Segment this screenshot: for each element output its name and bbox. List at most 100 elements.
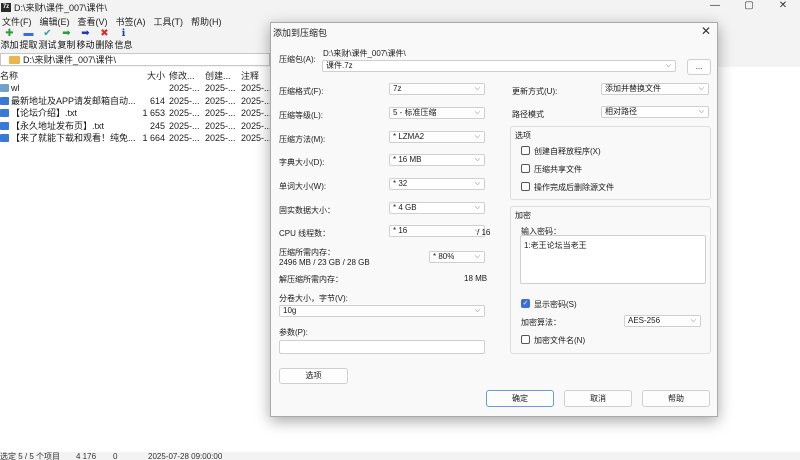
path-mode-combo[interactable]: 相对路径 ⌵ [601, 106, 709, 118]
add-to-archive-dialog: 添加到压缩包 ✕ 压缩包(A): D:\来财\课件_007\课件\ 课件.7z … [270, 22, 718, 417]
memory-value: 2496 MB / 23 GB / 28 GB [279, 258, 370, 267]
file-created: 2025-... [205, 133, 236, 143]
method-label: 压缩方法(M): [279, 135, 326, 144]
move-button[interactable]: ➡ 移动 [76, 28, 95, 52]
info-label: 信息 [114, 40, 133, 50]
test-icon: ✔ [43, 28, 52, 39]
delete-label: 删除 [95, 40, 114, 50]
split-label: 分卷大小，字节(V): [279, 294, 348, 303]
address-text: D:\来财\课件_007\课件\ [23, 55, 117, 65]
chevron-down-icon: ⌵ [474, 109, 480, 116]
file-modified: 2025-... [169, 108, 200, 118]
level-value: 5 - 标准压缩 [393, 108, 437, 117]
copy-button[interactable]: ➡ 复制 [57, 28, 76, 52]
delete-after-checkbox[interactable] [521, 182, 530, 191]
extract-button[interactable]: ▬ 提取 [19, 28, 38, 52]
file-modified: 2025-... [169, 133, 200, 143]
chevron-down-icon: ⌵ [665, 62, 671, 69]
file-size: 1 653 [142, 108, 165, 118]
dict-combo[interactable]: * 16 MB ⌵ [389, 154, 485, 166]
status-size: 4 176 [76, 452, 97, 460]
test-label: 测试 [38, 40, 57, 50]
column-comment[interactable]: 注释 [241, 69, 259, 82]
decompress-memory-value: 18 MB [464, 274, 488, 283]
memory-percent-combo[interactable]: * 80% ⌵ [429, 251, 485, 263]
add-button[interactable]: ✚ 添加 [0, 28, 19, 52]
delete-button[interactable]: ✖ 删除 [95, 28, 114, 52]
dialog-close-icon[interactable]: ✕ [701, 24, 711, 38]
extract-label: 提取 [19, 40, 38, 50]
chevron-down-icon: ⌵ [474, 156, 480, 163]
file-modified: 2025-... [169, 120, 200, 131]
menu-tools[interactable]: 工具(T) [152, 15, 190, 28]
update-mode-label: 更新方式(U): [512, 87, 558, 96]
params-label: 参数(P): [279, 328, 308, 337]
chevron-down-icon: ⌵ [690, 317, 696, 324]
move-icon: ➡ [81, 28, 90, 39]
status-zero: 0 [113, 452, 118, 460]
method-value: * LZMA2 [393, 132, 425, 141]
shared-checkbox[interactable] [521, 164, 530, 173]
column-name[interactable]: 名称 [0, 69, 18, 82]
column-size[interactable]: 大小 [147, 69, 165, 82]
method-combo[interactable]: * LZMA2 ⌵ [389, 131, 485, 143]
level-combo[interactable]: 5 - 标准压缩 ⌵ [389, 107, 485, 119]
menu-view[interactable]: 查看(V) [76, 15, 114, 28]
folder-icon [9, 55, 20, 64]
info-button[interactable]: ℹ 信息 [114, 28, 133, 52]
cpu-combo[interactable]: * 16 ⌵ [389, 225, 485, 237]
encrypt-names-checkbox[interactable] [521, 335, 530, 344]
password-input[interactable]: 1:老王论坛当老王 [520, 235, 706, 284]
params-input[interactable] [279, 340, 485, 354]
app-7zip-icon: 7z [1, 2, 11, 12]
encryption-method-combo[interactable]: AES-256 ⌵ [624, 315, 701, 327]
archive-path: D:\来财\课件_007\课件\ [323, 49, 406, 58]
document-icon [0, 96, 9, 105]
archive-name-value: 课件.7z [326, 61, 353, 70]
menu-file[interactable]: 文件(F) [0, 15, 38, 28]
options-group-label: 选项 [515, 131, 531, 140]
encryption-method-label: 加密算法： [521, 318, 561, 327]
document-icon [0, 134, 9, 142]
maximize-button[interactable]: ▢ [732, 0, 766, 14]
solid-combo[interactable]: * 4 GB ⌵ [389, 202, 485, 214]
ok-button[interactable]: 确定 [486, 390, 554, 407]
menu-edit[interactable]: 编辑(E) [38, 15, 76, 28]
update-mode-combo[interactable]: 添加并替换文件 ⌵ [601, 83, 709, 95]
menu-bookmarks[interactable]: 书签(A) [114, 15, 152, 28]
solid-value: * 4 GB [393, 203, 417, 212]
status-selection: 选定 5 / 5 个项目 [0, 452, 61, 460]
window-title: D:\来财\课件_007\课件\ [14, 2, 108, 13]
split-combo[interactable]: 10g ⌵ [279, 305, 485, 317]
minimize-button[interactable]: — [698, 0, 732, 14]
cancel-button[interactable]: 取消 [564, 390, 632, 407]
format-combo[interactable]: 7z ⌵ [389, 83, 485, 95]
title-bar: 7z D:\来财\课件_007\课件\ — ▢ ✕ [0, 0, 800, 14]
file-name: 【来了就能下载和观看！纯免... [11, 133, 136, 143]
close-window-button[interactable]: ✕ [766, 0, 800, 14]
show-password-label: 显示密码(S) [534, 300, 577, 309]
word-combo[interactable]: * 32 ⌵ [389, 178, 485, 190]
file-size: 614 [149, 95, 165, 106]
archive-name-combo[interactable]: 课件.7z ⌵ [322, 60, 676, 72]
menu-help[interactable]: 帮助(H) [189, 15, 228, 28]
test-button[interactable]: ✔ 测试 [38, 28, 57, 52]
address-field[interactable]: D:\来财\课件_007\课件\ [0, 53, 270, 66]
sfx-checkbox[interactable] [521, 146, 530, 155]
update-mode-value: 添加并替换文件 [605, 84, 661, 93]
show-password-checkbox[interactable]: ✓ [521, 299, 530, 308]
browse-button[interactable]: ... [687, 59, 711, 75]
column-created[interactable]: 创建... [205, 69, 231, 82]
options-button[interactable]: 选项 [279, 368, 348, 384]
encrypt-names-label: 加密文件名(N) [534, 336, 586, 345]
word-label: 单词大小(W): [279, 182, 327, 191]
help-button[interactable]: 帮助 [642, 390, 710, 407]
document-icon [0, 121, 9, 130]
chevron-down-icon: ⌵ [474, 133, 480, 140]
memory-percent-value: * 80% [433, 252, 455, 261]
level-label: 压缩等级(L): [279, 111, 323, 120]
file-accessed: 2025-... [241, 120, 272, 131]
word-value: * 32 [393, 179, 408, 188]
column-modified[interactable]: 修改... [169, 69, 195, 82]
archive-label: 压缩包(A): [279, 55, 316, 64]
